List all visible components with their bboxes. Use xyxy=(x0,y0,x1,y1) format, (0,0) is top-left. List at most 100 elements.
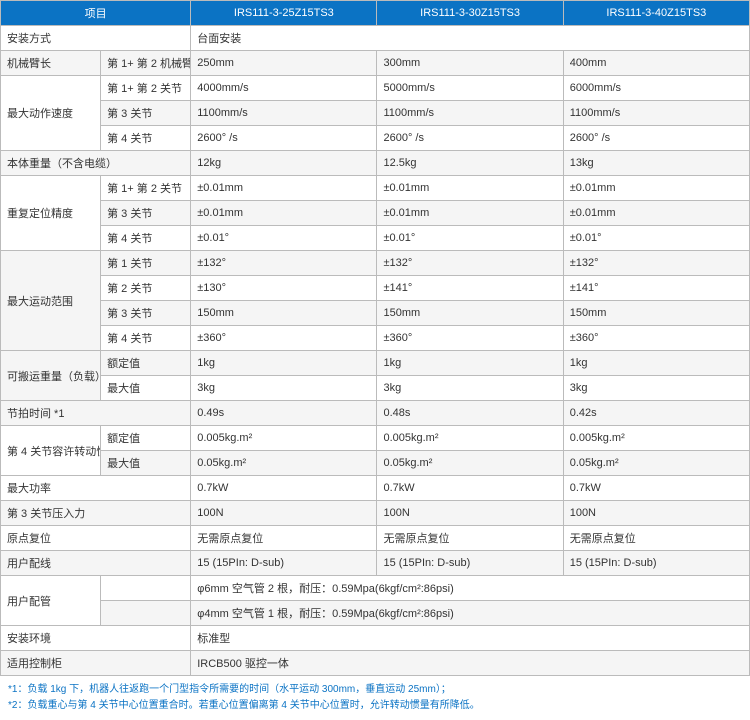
cell-value: 150mm xyxy=(563,301,749,326)
cell-value: 0.49s xyxy=(191,401,377,426)
row-sublabel: 最大值 xyxy=(101,451,191,476)
header-model-1: IRS111-3-25Z15TS3 xyxy=(191,1,377,26)
table-row: 机械臂长第 1+ 第 2 机械臂250mm300mm400mm xyxy=(1,51,750,76)
cell-value: 0.005kg.m² xyxy=(563,426,749,451)
cell-value: 1100mm/s xyxy=(191,101,377,126)
table-row: 最大值3kg3kg3kg xyxy=(1,376,750,401)
cell-value: 3kg xyxy=(563,376,749,401)
cell-value: 150mm xyxy=(377,301,563,326)
row-group-label: 第 4 关节容许转动惯量 *2 xyxy=(1,426,101,476)
table-row: 用户配线15 (15PIn: D-sub)15 (15PIn: D-sub)15… xyxy=(1,551,750,576)
table-row: 第 4 关节±0.01°±0.01°±0.01° xyxy=(1,226,750,251)
row-group-label: 节拍时间 *1 xyxy=(1,401,191,426)
cell-value: 0.7kW xyxy=(377,476,563,501)
row-sublabel: 第 2 关节 xyxy=(101,276,191,301)
cell-value: 13kg xyxy=(563,151,749,176)
cell-value: ±141° xyxy=(563,276,749,301)
header-model-2: IRS111-3-30Z15TS3 xyxy=(377,1,563,26)
cell-value: 100N xyxy=(377,501,563,526)
header-row: 项目 IRS111-3-25Z15TS3 IRS111-3-30Z15TS3 I… xyxy=(1,1,750,26)
cell-value: 2600° /s xyxy=(377,126,563,151)
row-sublabel: 第 1 关节 xyxy=(101,251,191,276)
cell-value: 0.7kW xyxy=(191,476,377,501)
table-row: 第 4 关节2600° /s2600° /s2600° /s xyxy=(1,126,750,151)
cell-value: 0.005kg.m² xyxy=(377,426,563,451)
cell-value: 1kg xyxy=(563,351,749,376)
cell-value: ±0.01mm xyxy=(377,201,563,226)
cell-value: 0.005kg.m² xyxy=(191,426,377,451)
cell-value: ±0.01° xyxy=(377,226,563,251)
row-sublabel: 第 1+ 第 2 机械臂 xyxy=(101,51,191,76)
table-row: 本体重量（不含电缆）12kg12.5kg13kg xyxy=(1,151,750,176)
cell-value: ±130° xyxy=(191,276,377,301)
row-group-label: 原点复位 xyxy=(1,526,191,551)
cell-value: 4000mm/s xyxy=(191,76,377,101)
row-group-label: 本体重量（不含电缆） xyxy=(1,151,191,176)
cell-value: 15 (15PIn: D-sub) xyxy=(377,551,563,576)
row-sublabel: 第 4 关节 xyxy=(101,226,191,251)
cell-value: ±132° xyxy=(563,251,749,276)
row-sublabel xyxy=(101,576,191,601)
cell-value: 1kg xyxy=(377,351,563,376)
row-sublabel: 第 1+ 第 2 关节 xyxy=(101,76,191,101)
cell-value: ±0.01mm xyxy=(377,176,563,201)
spec-table: 项目 IRS111-3-25Z15TS3 IRS111-3-30Z15TS3 I… xyxy=(0,0,750,676)
cell-value: 12.5kg xyxy=(377,151,563,176)
table-row: 最大动作速度第 1+ 第 2 关节4000mm/s5000mm/s6000mm/… xyxy=(1,76,750,101)
cell-value: 0.05kg.m² xyxy=(563,451,749,476)
cell-value: 3kg xyxy=(191,376,377,401)
table-row: 第 4 关节容许转动惯量 *2额定值0.005kg.m²0.005kg.m²0.… xyxy=(1,426,750,451)
cell-value: 150mm xyxy=(191,301,377,326)
table-row: φ4mm 空气管 1 根，耐压：0.59Mpa(6kgf/cm²:86psi) xyxy=(1,601,750,626)
row-sublabel: 第 4 关节 xyxy=(101,326,191,351)
row-group-label: 第 3 关节压入力 xyxy=(1,501,191,526)
header-item: 项目 xyxy=(1,1,191,26)
table-row: 安装环境标准型 xyxy=(1,626,750,651)
cell-value: ±0.01mm xyxy=(563,176,749,201)
cell-value: 无需原点复位 xyxy=(377,526,563,551)
cell-value: 1100mm/s xyxy=(377,101,563,126)
cell-value: 无需原点复位 xyxy=(563,526,749,551)
cell-value: 15 (15PIn: D-sub) xyxy=(191,551,377,576)
cell-value: ±0.01° xyxy=(191,226,377,251)
cell-value: 1100mm/s xyxy=(563,101,749,126)
cell-value: 0.7kW xyxy=(563,476,749,501)
row-group-label: 用户配线 xyxy=(1,551,191,576)
cell-value: 400mm xyxy=(563,51,749,76)
table-row: 第 3 关节压入力100N100N100N xyxy=(1,501,750,526)
cell-value: 0.42s xyxy=(563,401,749,426)
cell-value: 12kg xyxy=(191,151,377,176)
row-sublabel: 最大值 xyxy=(101,376,191,401)
table-row: 第 3 关节150mm150mm150mm xyxy=(1,301,750,326)
row-group-label: 最大功率 xyxy=(1,476,191,501)
cell-value: ±132° xyxy=(377,251,563,276)
cell-value: 台面安装 xyxy=(191,26,750,51)
cell-value: 2600° /s xyxy=(191,126,377,151)
cell-value: 1kg xyxy=(191,351,377,376)
cell-value: 15 (15PIn: D-sub) xyxy=(563,551,749,576)
table-row: 可搬运重量（负载）额定值1kg1kg1kg xyxy=(1,351,750,376)
cell-value: 无需原点复位 xyxy=(191,526,377,551)
cell-value: 2600° /s xyxy=(563,126,749,151)
row-group-label: 安装方式 xyxy=(1,26,191,51)
table-row: 用户配管φ6mm 空气管 2 根，耐压：0.59Mpa(6kgf/cm²:86p… xyxy=(1,576,750,601)
table-row: 适用控制柜IRCB500 驱控一体 xyxy=(1,651,750,676)
cell-value: ±360° xyxy=(377,326,563,351)
cell-value: ±0.01mm xyxy=(191,201,377,226)
row-group-label: 适用控制柜 xyxy=(1,651,191,676)
cell-value: ±0.01mm xyxy=(563,201,749,226)
cell-value: IRCB500 驱控一体 xyxy=(191,651,750,676)
table-row: 第 4 关节±360°±360°±360° xyxy=(1,326,750,351)
table-row: 最大功率0.7kW0.7kW0.7kW xyxy=(1,476,750,501)
cell-value: 250mm xyxy=(191,51,377,76)
cell-value: ±141° xyxy=(377,276,563,301)
cell-value: 6000mm/s xyxy=(563,76,749,101)
cell-value: 5000mm/s xyxy=(377,76,563,101)
header-model-3: IRS111-3-40Z15TS3 xyxy=(563,1,749,26)
cell-value: 100N xyxy=(191,501,377,526)
cell-value: ±0.01mm xyxy=(191,176,377,201)
footnote-1: *1：负载 1kg 下，机器人往返跑一个门型指令所需要的时间（水平运动 300m… xyxy=(8,682,742,698)
cell-value: 标准型 xyxy=(191,626,750,651)
cell-value: ±0.01° xyxy=(563,226,749,251)
row-group-label: 用户配管 xyxy=(1,576,101,626)
